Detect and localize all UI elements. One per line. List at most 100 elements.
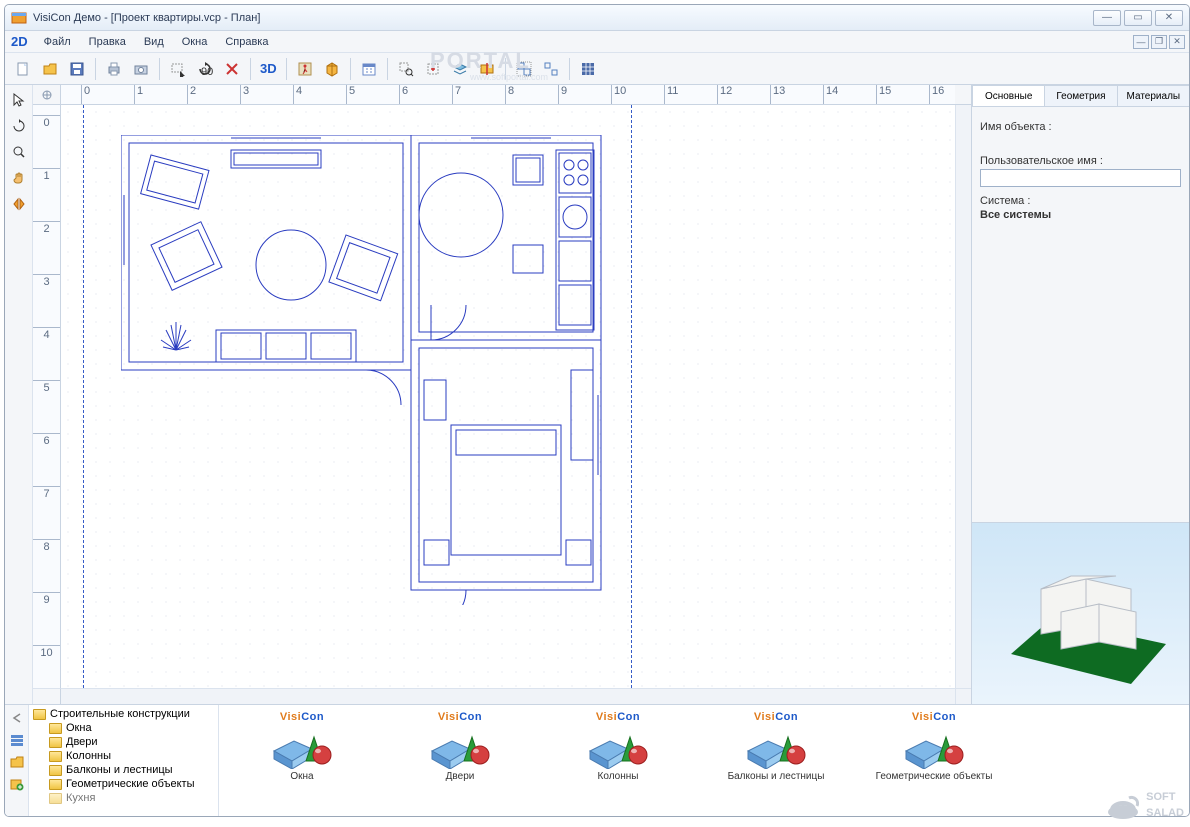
window-title: VisiCon Демо - [Проект квартиры.vcp - Пл… — [33, 12, 1090, 24]
toolbar: 90 3D — [5, 53, 1189, 85]
folder-icon — [49, 793, 62, 804]
save-icon[interactable] — [65, 57, 89, 81]
menu-edit[interactable]: Правка — [83, 34, 132, 50]
folder-icon — [49, 765, 62, 776]
user-name-input[interactable] — [980, 169, 1181, 187]
layers-icon[interactable] — [448, 57, 472, 81]
folder-icon — [33, 709, 46, 720]
canvas-scrollbar-horizontal[interactable] — [61, 688, 955, 704]
zoom-region-icon[interactable] — [394, 57, 418, 81]
gallery-thumb-icon — [430, 725, 490, 769]
gallery-item[interactable]: VisiCon Окна — [227, 711, 377, 782]
folder-icon — [49, 737, 62, 748]
app-window: VisiCon Демо - [Проект квартиры.vcp - Пл… — [4, 4, 1190, 817]
canvas-scrollbar-vertical[interactable] — [955, 105, 971, 688]
gallery-thumb-icon — [746, 725, 806, 769]
mdi-close-button[interactable]: ✕ — [1169, 35, 1185, 49]
menu-help[interactable]: Справка — [219, 34, 274, 50]
gallery-brand: VisiCon — [596, 711, 640, 723]
open-file-icon[interactable] — [38, 57, 62, 81]
zoom-tool-icon[interactable] — [8, 141, 30, 163]
catalog-folder-icon[interactable] — [8, 753, 26, 771]
gallery-label: Окна — [290, 771, 313, 782]
gallery-brand: VisiCon — [912, 711, 956, 723]
grid-toggle-icon[interactable] — [576, 57, 600, 81]
preview-3d[interactable] — [972, 522, 1189, 704]
gallery-brand: VisiCon — [438, 711, 482, 723]
logo-3d[interactable]: 3D — [257, 61, 280, 76]
canvas[interactable] — [61, 105, 955, 688]
print-icon[interactable] — [102, 57, 126, 81]
floor-plan-icon — [121, 135, 641, 605]
close-button[interactable]: ✕ — [1155, 10, 1183, 26]
menu-file[interactable]: Файл — [38, 34, 77, 50]
folder-icon — [49, 751, 62, 762]
properties-tabs: Основные Геометрия Материалы — [972, 85, 1189, 107]
maximize-button[interactable]: ▭ — [1124, 10, 1152, 26]
preview-3d-icon — [981, 534, 1181, 694]
ungroup-icon[interactable] — [539, 57, 563, 81]
gallery-label: Двери — [446, 771, 475, 782]
mirror-tool-icon[interactable] — [8, 193, 30, 215]
ruler-vertical[interactable]: 012345678910 — [33, 105, 61, 688]
zoom-fit-icon[interactable] — [421, 57, 445, 81]
menubar: 2D Файл Правка Вид Окна Справка — ❐ ✕ — [5, 31, 1189, 53]
catalog-add-icon[interactable] — [8, 775, 26, 793]
delete-icon[interactable] — [220, 57, 244, 81]
walk-view-icon[interactable] — [293, 57, 317, 81]
app-icon — [11, 10, 27, 26]
pan-tool-icon[interactable] — [8, 167, 30, 189]
menu-windows[interactable]: Окна — [176, 34, 214, 50]
slice-icon[interactable] — [475, 57, 499, 81]
titlebar: VisiCon Демо - [Проект квартиры.vcp - Пл… — [5, 5, 1189, 31]
ruler-horizontal[interactable]: 012345678910111213141516 — [61, 85, 955, 105]
tab-basic[interactable]: Основные — [972, 85, 1045, 106]
gallery-item[interactable]: VisiCon Двери — [385, 711, 535, 782]
tree-item-columns[interactable]: Колонны — [31, 749, 216, 763]
cube-view-icon[interactable] — [320, 57, 344, 81]
mdi-minimize-button[interactable]: — — [1133, 35, 1149, 49]
left-toolbar — [5, 85, 33, 704]
new-file-icon[interactable] — [11, 57, 35, 81]
rotate-90-icon[interactable]: 90 — [193, 57, 217, 81]
gallery-thumb-icon — [272, 725, 332, 769]
svg-text:90: 90 — [201, 66, 213, 77]
guide-vertical-1[interactable] — [83, 105, 84, 688]
select-rect-icon[interactable] — [166, 57, 190, 81]
gallery-item[interactable]: VisiCon Балконы и лестницы — [701, 711, 851, 782]
logo-2d: 2D — [11, 34, 28, 49]
gallery-label: Балконы и лестницы — [728, 771, 825, 782]
catalog-list-icon[interactable] — [8, 731, 26, 749]
catalog-tree[interactable]: Строительные конструкции Окна Двери Коло… — [29, 705, 219, 816]
label-object-name: Имя объекта : — [980, 121, 1181, 133]
rotate-tool-icon[interactable] — [8, 115, 30, 137]
catalog-toolbar — [5, 705, 29, 816]
gallery-brand: VisiCon — [280, 711, 324, 723]
gallery-label: Колонны — [598, 771, 639, 782]
group-icon[interactable] — [512, 57, 536, 81]
tree-item-doors[interactable]: Двери — [31, 735, 216, 749]
tree-root[interactable]: Строительные конструкции — [31, 707, 216, 721]
tree-item-geometry[interactable]: Геометрические объекты — [31, 777, 216, 791]
pointer-tool-icon[interactable] — [8, 89, 30, 111]
gallery-item[interactable]: VisiCon Колонны — [543, 711, 693, 782]
ruler-origin-icon[interactable] — [33, 85, 61, 105]
tree-item-balconies[interactable]: Балконы и лестницы — [31, 763, 216, 777]
tab-materials[interactable]: Материалы — [1117, 85, 1190, 106]
gallery-label: Геометрические объекты — [876, 771, 993, 782]
minimize-button[interactable]: — — [1093, 10, 1121, 26]
tree-item-kitchen[interactable]: Кухня — [31, 791, 216, 805]
catalog-back-icon[interactable] — [8, 709, 26, 727]
canvas-area: 012345678910111213141516 012345678910 — [33, 85, 971, 704]
camera-icon[interactable] — [129, 57, 153, 81]
menu-view[interactable]: Вид — [138, 34, 170, 50]
catalog-panel: Строительные конструкции Окна Двери Коло… — [5, 704, 1189, 816]
folder-icon — [49, 723, 62, 734]
system-value: Все системы — [980, 209, 1181, 221]
tree-item-windows[interactable]: Окна — [31, 721, 216, 735]
gallery-brand: VisiCon — [754, 711, 798, 723]
calendar-icon[interactable] — [357, 57, 381, 81]
tab-geometry[interactable]: Геометрия — [1044, 85, 1117, 106]
mdi-restore-button[interactable]: ❐ — [1151, 35, 1167, 49]
gallery-item[interactable]: VisiCon Геометрические объекты — [859, 711, 1009, 782]
